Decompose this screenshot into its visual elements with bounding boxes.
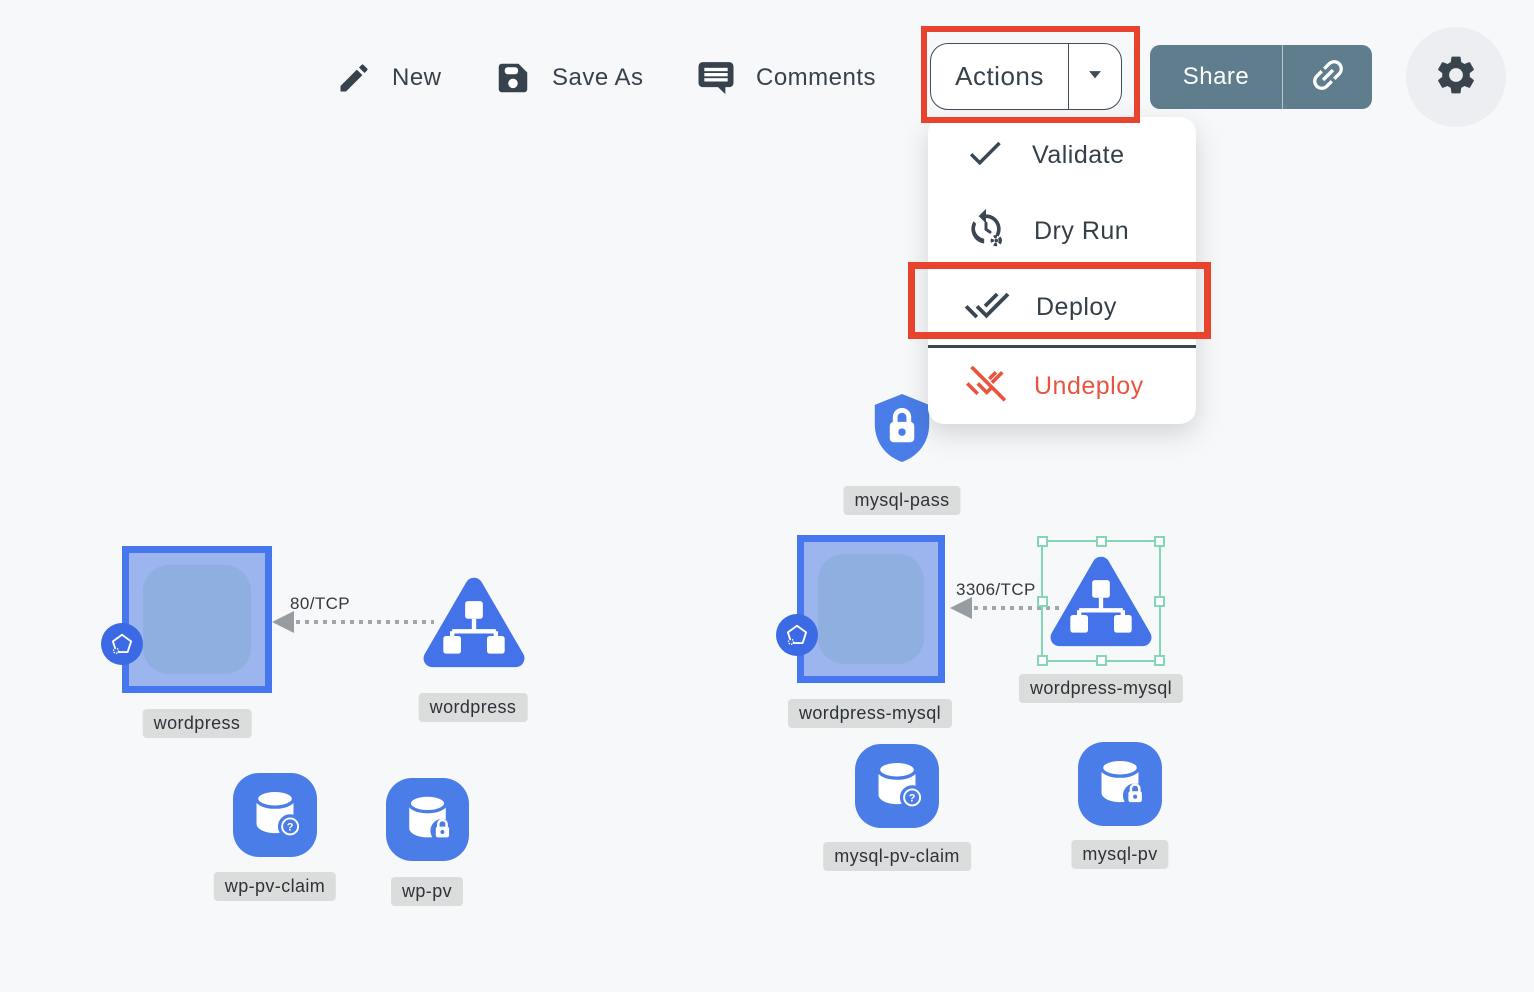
pencil-icon [336,60,372,96]
double-check-icon [964,282,1010,333]
actions-dropdown-menu: Validate Dry Run Deploy Undeploy [928,117,1196,424]
menu-item-undeploy[interactable]: Undeploy [928,348,1196,424]
save-as-button[interactable]: Save As [494,50,644,106]
database-lock-icon [1078,740,1162,829]
service-triangle-icon [422,663,526,680]
share-button-label: Share [1150,45,1282,109]
edge-mysql-3306tcp-label: 3306/TCP [956,580,1036,600]
selection-handle[interactable] [1096,536,1107,547]
selection-handle[interactable] [1154,536,1165,547]
edge-wordpress-80tcp-label: 80/TCP [290,594,350,614]
node-mysql-pv-claim[interactable]: ? [855,744,939,828]
node-label-wp-pv: wp-pv [391,877,463,906]
service-triangle-icon [1049,642,1153,659]
comments-button-label: Comments [756,64,876,92]
node-label-mysql-pv: mysql-pv [1071,840,1168,869]
menu-item-dry-run-label: Dry Run [1034,217,1129,246]
pod-pentagon-icon [776,614,818,656]
svg-text:?: ? [909,792,916,804]
undeploy-icon [964,362,1008,411]
edge-mysql-3306tcp-arrowhead [950,597,972,619]
node-wp-pv-claim[interactable]: ? [233,773,317,857]
settings-button[interactable] [1406,27,1506,127]
link-icon [1307,54,1349,101]
node-label-mysql-pass: mysql-pass [843,486,960,515]
node-label-wordpress-mysql-deployment: wordpress-mysql [788,699,952,728]
selection-handle[interactable] [1037,596,1048,607]
new-button[interactable]: New [336,50,442,106]
share-button[interactable]: Share [1150,45,1372,109]
database-lock-icon [386,776,469,864]
edge-wordpress-80tcp-line [296,620,434,624]
node-label-wordpress-service: wordpress [419,693,528,722]
dry-run-icon [964,207,1008,256]
comments-icon [696,58,736,98]
check-icon [964,132,1006,179]
menu-item-deploy[interactable]: Deploy [928,269,1196,345]
menu-item-deploy-label: Deploy [1036,293,1117,322]
node-mysql-pv[interactable] [1078,742,1162,826]
chevron-down-icon [1082,61,1108,92]
pod-pentagon-icon [101,623,143,665]
edge-wordpress-80tcp-arrowhead [272,611,294,633]
actions-button[interactable]: Actions [930,43,1122,110]
deployment-inner-pane [143,565,251,674]
selection-handle[interactable] [1037,655,1048,666]
actions-button-label: Actions [931,44,1068,109]
node-wordpress-deployment[interactable] [122,546,272,693]
node-label-wp-pv-claim: wp-pv-claim [214,872,336,901]
node-label-wordpress-deployment: wordpress [143,709,252,738]
node-wordpress-service[interactable] [422,572,526,681]
node-mysql-pass-secret[interactable] [868,391,936,470]
selection-handle[interactable] [1037,536,1048,547]
node-wordpress-mysql-deployment[interactable] [797,535,945,683]
actions-caret-button[interactable] [1068,44,1121,109]
comments-button[interactable]: Comments [696,50,876,106]
node-wordpress-mysql-service[interactable] [1049,551,1153,660]
selection-handle[interactable] [1154,655,1165,666]
shield-lock-icon [868,452,936,469]
deployment-inner-pane [818,554,924,664]
database-question-icon: ? [855,742,939,831]
new-button-label: New [392,64,442,92]
menu-item-validate[interactable]: Validate [928,117,1196,193]
copy-link-button[interactable] [1282,45,1372,109]
svg-text:?: ? [287,821,294,833]
node-wp-pv[interactable] [386,778,469,861]
menu-item-undeploy-label: Undeploy [1034,372,1144,401]
menu-item-dry-run[interactable]: Dry Run [928,193,1196,269]
save-icon [494,59,532,97]
selection-handle[interactable] [1154,596,1165,607]
gear-icon [1433,52,1479,103]
menu-item-validate-label: Validate [1032,141,1125,170]
database-question-icon: ? [233,771,317,860]
node-label-wordpress-mysql-service: wordpress-mysql [1019,674,1183,703]
save-as-button-label: Save As [552,64,644,92]
node-label-mysql-pv-claim: mysql-pv-claim [823,842,971,871]
